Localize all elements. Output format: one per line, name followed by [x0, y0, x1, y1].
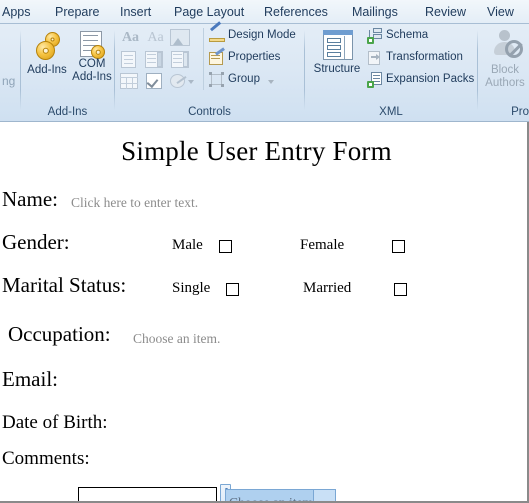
- expansion-packs-icon: [367, 72, 383, 88]
- structure-button[interactable]: Structure: [308, 28, 366, 90]
- structure-label: Structure: [313, 63, 361, 75]
- dropdown-body[interactable]: Choose an item.: [225, 489, 336, 503]
- tab-page-layout[interactable]: Page Layout: [174, 3, 244, 23]
- block-authors-button[interactable]: Block Authors: [481, 28, 529, 90]
- building-block-gallery-icon[interactable]: [119, 51, 139, 69]
- tab-insert[interactable]: Insert: [120, 3, 151, 23]
- marital-option-single-label: Single: [172, 280, 211, 296]
- gender-label: Gender:: [2, 230, 70, 254]
- com-add-ins-label: COM Add-Ins: [72, 58, 112, 83]
- email-input[interactable]: [78, 487, 217, 501]
- picture-content-control-icon[interactable]: [170, 29, 190, 46]
- occupation-label: Occupation:: [8, 322, 111, 346]
- email-dropdown-content-control[interactable]: Choose an item.: [220, 484, 336, 503]
- group-label-xml: XML: [379, 106, 403, 118]
- ribbon: Apps Prepare Insert Page Layout Referenc…: [0, 0, 529, 122]
- marital-option-married-checkbox[interactable]: [394, 283, 407, 296]
- group-label: Group: [228, 73, 260, 85]
- ribbon-group-controls: Aa Aa Design Mode Properties Group Contr…: [115, 21, 304, 120]
- plain-text-content-control-icon[interactable]: Aa: [144, 28, 167, 48]
- tab-apps[interactable]: Apps: [2, 3, 31, 23]
- marital-status-label: Marital Status:: [2, 273, 127, 297]
- document-canvas[interactable]: Simple User Entry Form Name: Click here …: [0, 122, 529, 503]
- block-authors-label: Block Authors: [485, 64, 525, 89]
- dropdown-placeholder: Choose an item.: [229, 495, 314, 503]
- tab-mailings[interactable]: Mailings: [352, 3, 398, 23]
- marital-option-single-checkbox[interactable]: [226, 283, 239, 296]
- marital-option-married-label: Married: [303, 280, 352, 296]
- gender-option-male-label: Male: [172, 237, 203, 253]
- schema-label: Schema: [386, 29, 429, 41]
- schema-icon: [367, 28, 383, 44]
- properties-icon: [209, 47, 225, 66]
- document-title: Simple User Entry Form: [121, 136, 392, 166]
- ribbon-group-addins: Add-Ins COM Add-Ins Add-Ins: [21, 24, 114, 120]
- date-picker-content-control-icon[interactable]: [119, 73, 139, 90]
- ribbon-group-xml: Structure Schema Transformation Expansio…: [305, 24, 477, 120]
- expansion-packs-label: Expansion Packs: [386, 73, 475, 85]
- gender-option-female-label: Female: [300, 237, 345, 253]
- dropdown-toggle-button[interactable]: [313, 490, 335, 501]
- gender-option-male-checkbox[interactable]: [219, 240, 232, 253]
- rich-text-content-control-icon[interactable]: Aa: [119, 28, 142, 48]
- check-box-content-control-icon[interactable]: [144, 73, 164, 90]
- design-mode-label: Design Mode: [228, 29, 296, 41]
- com-add-ins-button[interactable]: COM Add-Ins: [71, 28, 113, 90]
- email-label: Email:: [2, 367, 58, 391]
- gender-option-female-checkbox[interactable]: [392, 240, 405, 253]
- occupation-placeholder[interactable]: Choose an item.: [133, 331, 220, 347]
- name-label: Name:: [2, 187, 58, 211]
- chevron-down-icon[interactable]: [268, 80, 274, 84]
- date-of-birth-label: Date of Birth:: [2, 412, 108, 433]
- properties-label: Properties: [228, 51, 281, 63]
- group-label-controls: Controls: [188, 106, 231, 118]
- tab-view[interactable]: View: [487, 3, 514, 23]
- combo-box-content-control-icon[interactable]: [144, 51, 165, 69]
- ribbon-body: ng Add-Ins COM Add-Ins Add-Ins Aa Aa Des…: [0, 21, 529, 121]
- tab-review[interactable]: Review: [425, 3, 466, 23]
- design-mode-icon: [209, 21, 225, 44]
- block-authors-icon: [493, 30, 523, 60]
- tab-prepare[interactable]: Prepare: [55, 3, 99, 23]
- drop-down-list-content-control-icon[interactable]: [170, 51, 191, 69]
- name-placeholder[interactable]: Click here to enter text.: [71, 195, 198, 211]
- legacy-tools-icon[interactable]: [170, 73, 197, 90]
- group-label-addins: Add-Ins: [47, 106, 88, 118]
- ribbon-group-protect: Block Authors Pro: [478, 24, 529, 120]
- comments-label: Comments:: [2, 448, 90, 469]
- group-icon: [209, 72, 225, 88]
- transformation-label: Transformation: [386, 51, 463, 63]
- clipped-group-text: ng: [2, 74, 16, 88]
- tab-references[interactable]: References: [264, 3, 328, 23]
- add-ins-label: Add-Ins: [27, 64, 67, 76]
- structure-icon: [323, 30, 353, 60]
- ribbon-tab-strip: Apps Prepare Insert Page Layout Referenc…: [0, 0, 529, 24]
- group-label-protect: Pro: [511, 106, 529, 118]
- transformation-icon: [367, 50, 383, 66]
- add-ins-button[interactable]: Add-Ins: [25, 28, 69, 90]
